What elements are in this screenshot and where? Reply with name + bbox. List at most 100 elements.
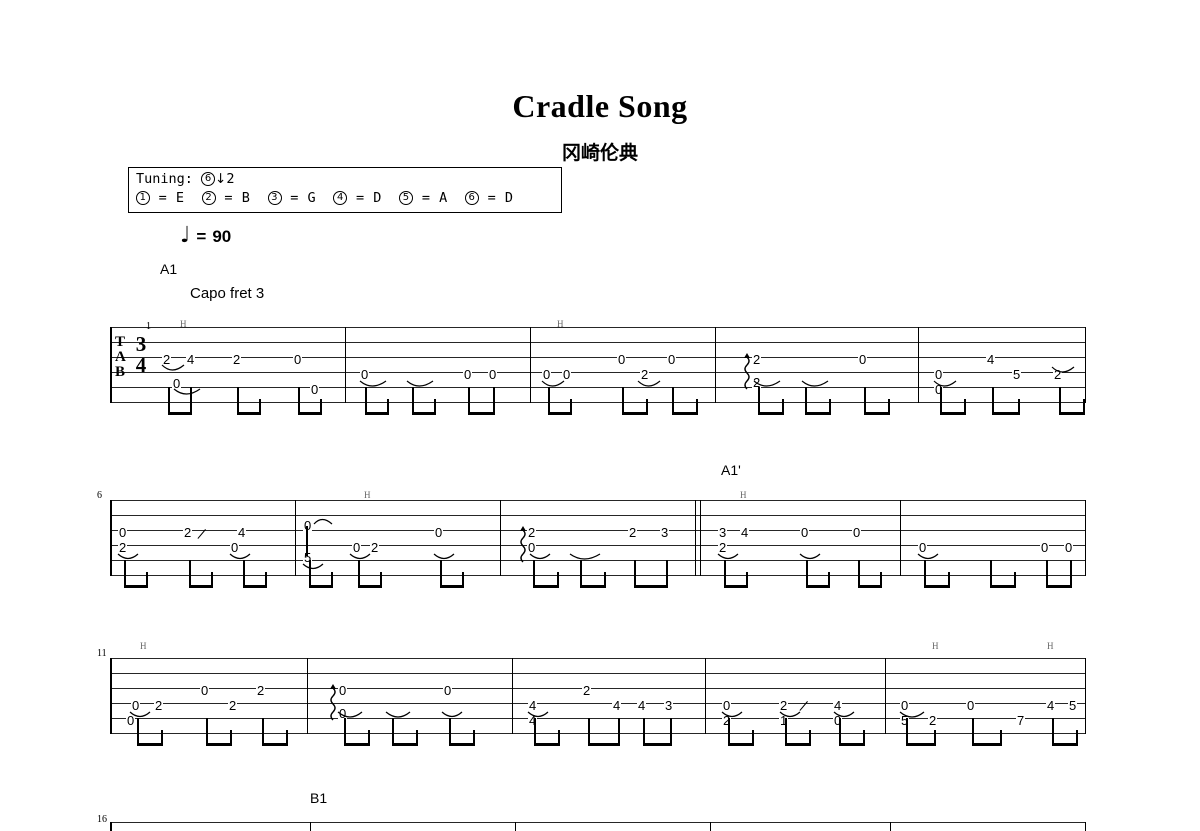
- slur: [441, 711, 463, 718]
- barline: [715, 327, 716, 403]
- tab-note: 0: [667, 352, 677, 367]
- tab-note: 4: [637, 698, 647, 713]
- section-label-a1-prime: A1': [721, 462, 741, 478]
- string-circle-1: 1: [136, 191, 150, 205]
- tuning-box: Tuning: 6 ↓2 1 = E 2 = B 3 = G 4 = D 5 = …: [128, 167, 562, 213]
- slur: [637, 380, 661, 387]
- barline: [710, 822, 711, 831]
- tab-note: 4: [237, 525, 247, 540]
- hammer-on-mark: H: [180, 319, 187, 329]
- slur: [799, 553, 821, 560]
- slur: [302, 563, 324, 570]
- tab-note: 0: [800, 525, 810, 540]
- tab-letter-a: A: [115, 349, 126, 365]
- barline: [310, 822, 311, 831]
- measure-number: 16: [97, 814, 107, 825]
- slur: [129, 711, 151, 718]
- tab-note: 2: [232, 352, 242, 367]
- tab-note: 0: [118, 525, 128, 540]
- tab-note: 0: [293, 352, 303, 367]
- barline: [918, 327, 919, 403]
- slur: [349, 553, 371, 560]
- tab-note: 0: [310, 382, 320, 397]
- composer-name: 冈崎伦典: [561, 143, 638, 164]
- slur: [385, 711, 411, 718]
- capo-marking: Capo fret 3: [190, 285, 265, 302]
- quarter-note-icon: ♩: [180, 223, 191, 248]
- tab-note: 0: [443, 683, 453, 698]
- slur: [173, 388, 201, 395]
- barline: [695, 500, 696, 576]
- string-note-4: D: [373, 190, 382, 206]
- tab-note: 4: [1046, 698, 1056, 713]
- string-circle-6b: 6: [464, 191, 479, 205]
- slur: [161, 364, 185, 371]
- tab-note: 5: [1068, 698, 1078, 713]
- barline: [345, 327, 346, 403]
- slur: [529, 553, 551, 560]
- barline: [1085, 327, 1086, 403]
- tab-letter-b: B: [115, 364, 126, 380]
- string-circle-6: 6: [201, 172, 216, 186]
- tempo-equals: =: [196, 227, 207, 246]
- string-note-6: D: [504, 190, 514, 206]
- slur: [229, 553, 251, 560]
- tuning-line-strings: 1 = E 2 = B 3 = G 4 = D 5 = A 6 = D: [136, 190, 514, 206]
- string-note-2: B: [241, 190, 251, 206]
- barline: [1085, 658, 1086, 734]
- hammer-on-mark: H: [557, 319, 564, 329]
- tab-note: 5: [1012, 367, 1022, 382]
- barline: [512, 658, 513, 734]
- measure-number: 6: [97, 490, 102, 501]
- slur: [899, 711, 925, 718]
- tuning-label: Tuning:: [136, 171, 193, 187]
- barline: [705, 658, 706, 734]
- slur: [717, 553, 739, 560]
- tab-note: 3: [660, 525, 670, 540]
- tab-note: 0: [463, 367, 473, 382]
- hammer-on-mark: H: [740, 490, 747, 500]
- slur: [406, 380, 434, 387]
- slur: [1051, 366, 1075, 373]
- tab-note: 2: [582, 683, 592, 698]
- tab-note: 2: [256, 683, 266, 698]
- string-circle-2: 2: [201, 191, 216, 205]
- slur: [833, 711, 855, 718]
- barline: [110, 500, 112, 576]
- slur: [933, 380, 957, 387]
- string-circle-5: 5: [399, 191, 414, 205]
- tab-note: 0: [617, 352, 627, 367]
- barline: [885, 658, 886, 734]
- hammer-on-mark: H: [1047, 641, 1054, 651]
- string-note-1: E: [175, 190, 185, 206]
- tab-note: 7: [1016, 713, 1026, 728]
- tab-note: 0: [858, 352, 868, 367]
- tempo-marking: ♩ = 90: [180, 225, 231, 247]
- staff-system-4: 16: [0, 814, 1200, 831]
- tab-note: 0: [200, 683, 210, 698]
- slur: [753, 380, 781, 387]
- tab-note: 0: [434, 525, 444, 540]
- slur: [917, 553, 939, 560]
- tab-note: 0: [488, 367, 498, 382]
- staff-system-3: 11 H H H 0 0 2 0 2 2 0 0 0 4 4 2 4 4 3 0…: [0, 641, 1200, 768]
- string-note-3: G: [307, 190, 317, 206]
- barline: [110, 327, 112, 403]
- tuning-line-drop: Tuning: 6 ↓2: [136, 171, 235, 187]
- down-arrow-icon: ↓: [215, 171, 227, 187]
- slur: [527, 711, 549, 718]
- time-signature-bottom: 4: [135, 353, 147, 377]
- slur: [801, 380, 829, 387]
- tab-note: 0: [1040, 540, 1050, 555]
- section-label-b1: B1: [310, 790, 328, 806]
- slur: [569, 553, 601, 560]
- tab-note: 0: [966, 698, 976, 713]
- barline: [1085, 822, 1086, 831]
- barline: [500, 500, 501, 576]
- tab-note: 0: [1064, 540, 1074, 555]
- tab-note: 2: [228, 698, 238, 713]
- tab-note: 4: [612, 698, 622, 713]
- tab-note: 3: [718, 525, 728, 540]
- staff-system-2: 6 H H 0 2 2 4 0 0 5 0 2 0 2 0 2 3 3 4 2 …: [0, 490, 1200, 610]
- sheet-music-page: Cradle Song 冈崎伦典 Tuning: 6 ↓2 1 = E 2 = B…: [0, 0, 1200, 831]
